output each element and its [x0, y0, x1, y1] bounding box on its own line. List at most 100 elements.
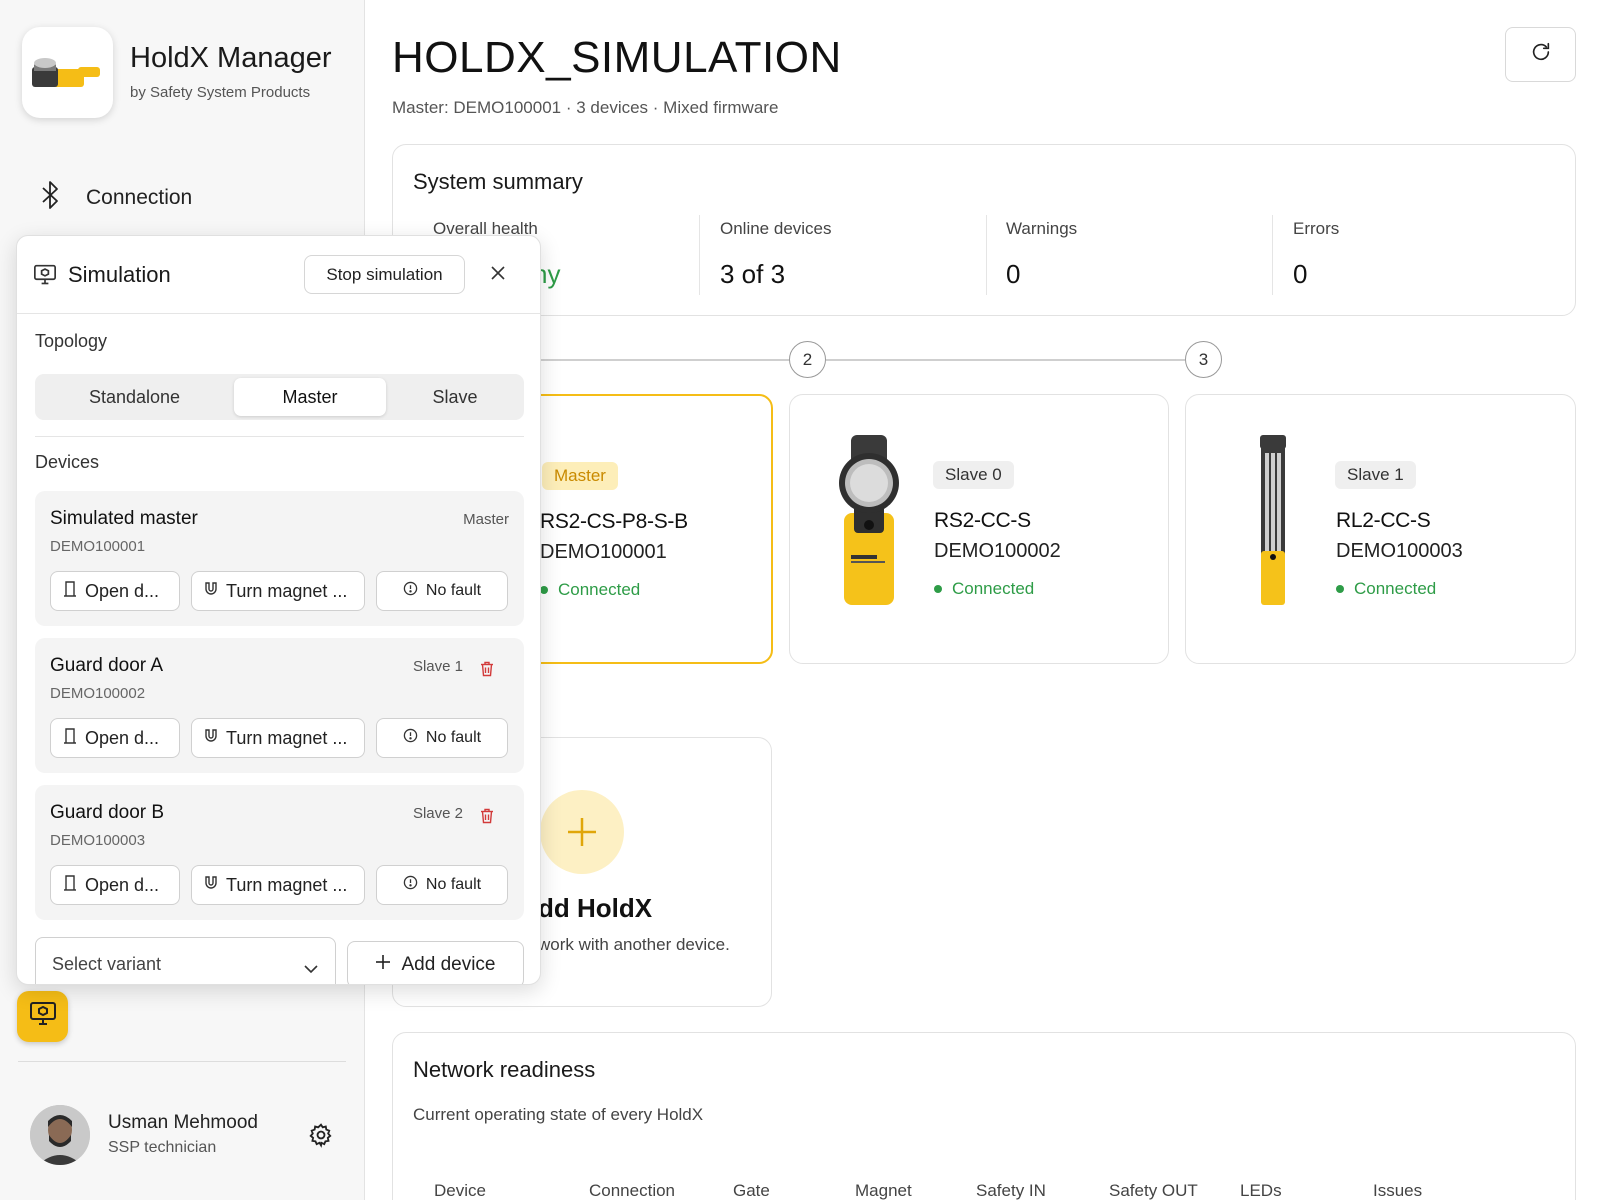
topology-label: Topology	[35, 331, 108, 351]
network-readiness-card: Network readiness Current operating stat…	[392, 1032, 1576, 1200]
stat-value: 0	[1006, 259, 1021, 289]
status-label: Connected	[952, 579, 1035, 598]
chain-connector	[535, 359, 790, 361]
sim-device-card: Guard door B DEMO100003 Slave 2 Open d..…	[35, 785, 524, 920]
device-image	[834, 433, 904, 613]
turn-magnet-button[interactable]: Turn magnet ...	[191, 718, 365, 758]
device-status: Connected	[540, 580, 640, 600]
stat-divider	[986, 215, 987, 295]
bluetooth-icon	[38, 180, 64, 216]
table-header-gate: Gate	[733, 1181, 770, 1200]
role-badge: Slave 1	[1335, 461, 1416, 489]
status-dot	[540, 586, 548, 594]
simulation-title: Simulation	[68, 262, 171, 287]
status-dot	[934, 585, 942, 593]
stat-warnings: Warnings 0	[1006, 219, 1286, 299]
button-label: No fault	[425, 729, 482, 746]
add-device-button[interactable]: Add device	[347, 941, 524, 984]
app-logo	[22, 27, 113, 118]
alert-circle-icon	[403, 875, 418, 895]
topology-segmented-control: Standalone Master Slave	[35, 374, 524, 420]
topology-option-standalone[interactable]: Standalone	[39, 378, 230, 416]
network-title: Network readiness	[413, 1057, 596, 1082]
button-label: Add device	[401, 953, 496, 975]
device-image	[1258, 433, 1288, 613]
alert-circle-icon	[403, 581, 418, 601]
fault-button[interactable]: No fault	[376, 865, 508, 905]
device-model: RS2-CS-P8-S-B	[540, 510, 688, 533]
button-label: Turn magnet ...	[226, 727, 348, 748]
sim-device-name: Guard door B	[50, 802, 165, 823]
plus-icon	[375, 954, 391, 976]
table-header-leds: LEDs	[1240, 1181, 1282, 1200]
sim-device-role: Slave 1	[412, 658, 463, 675]
page-subtitle: Master: DEMO100001 · 3 devices · Mixed f…	[392, 98, 779, 117]
sim-device-card: Simulated master DEMO100001 Master Open …	[35, 491, 524, 626]
device-card-slave-0[interactable]: Slave 0 RS2-CC-S DEMO100002 Connected	[789, 394, 1169, 664]
sim-device-serial: DEMO100001	[50, 538, 146, 555]
role-badge: Slave 0	[933, 461, 1014, 489]
button-label: Turn magnet ...	[226, 580, 348, 601]
sim-device-serial: DEMO100003	[50, 832, 146, 849]
open-door-button[interactable]: Open d...	[50, 865, 180, 905]
button-label: Open d...	[85, 580, 160, 601]
page-title: HOLDX_SIMULATION	[392, 33, 842, 82]
variant-select-value: Select variant	[52, 954, 162, 974]
open-door-button[interactable]: Open d...	[50, 718, 180, 758]
stat-label: Online devices	[720, 219, 832, 238]
device-card-slave-1[interactable]: Slave 1 RL2-CC-S DEMO100003 Connected	[1185, 394, 1576, 664]
stat-label: Warnings	[1006, 219, 1078, 238]
table-header-safety-in: Safety IN	[976, 1181, 1046, 1200]
magnet-icon	[204, 581, 218, 602]
close-icon[interactable]	[489, 264, 507, 287]
table-header-issues: Issues	[1373, 1181, 1423, 1200]
stat-divider	[699, 215, 700, 295]
gear-icon[interactable]	[308, 1122, 334, 1153]
trash-icon[interactable]	[480, 661, 494, 682]
topology-option-master[interactable]: Master	[234, 378, 386, 416]
fault-button[interactable]: No fault	[376, 571, 508, 611]
simulation-icon	[29, 1001, 57, 1032]
device-status: Connected	[934, 579, 1034, 599]
simulation-icon	[33, 264, 57, 291]
stop-simulation-button[interactable]: Stop simulation	[304, 255, 465, 294]
device-serial: DEMO100003	[1336, 540, 1463, 562]
variant-select[interactable]: Select variant	[35, 937, 336, 984]
status-label: Connected	[558, 580, 641, 599]
trash-icon[interactable]	[480, 808, 494, 829]
avatar	[30, 1105, 90, 1165]
turn-magnet-button[interactable]: Turn magnet ...	[191, 571, 365, 611]
refresh-button[interactable]	[1505, 27, 1576, 82]
status-dot	[1336, 585, 1344, 593]
button-label: No fault	[425, 582, 482, 599]
chain-node: 2	[789, 341, 826, 378]
simulation-toggle-button[interactable]	[17, 991, 68, 1042]
open-door-button[interactable]: Open d...	[50, 571, 180, 611]
sim-device-role: Master	[463, 511, 509, 528]
add-holdx-description: work with another device.	[538, 935, 730, 954]
door-icon	[63, 580, 77, 602]
magnet-icon	[204, 875, 218, 896]
device-model: RS2-CC-S	[934, 509, 1031, 532]
button-label: Open d...	[85, 874, 160, 895]
system-summary-card: System summary Overall health ny Online …	[392, 144, 1576, 316]
device-model: RL2-CC-S	[1336, 509, 1431, 532]
button-label: No fault	[425, 876, 482, 893]
table-header-device: Device	[434, 1181, 486, 1200]
device-serial: DEMO100002	[934, 540, 1061, 562]
fault-button[interactable]: No fault	[376, 718, 508, 758]
sidebar-item-connection[interactable]: Connection	[38, 180, 192, 216]
devices-label: Devices	[35, 452, 100, 472]
app-subtitle: by Safety System Products	[130, 84, 311, 101]
stat-value: 0	[1293, 259, 1308, 289]
plus-icon	[540, 790, 624, 874]
refresh-icon	[1530, 41, 1552, 68]
chevron-down-icon	[303, 958, 319, 979]
topology-option-slave[interactable]: Slave	[390, 378, 520, 416]
simulation-panel: Simulation Stop simulation Topology Stan…	[16, 235, 541, 985]
stat-label: Errors	[1293, 219, 1340, 238]
sidebar-divider	[18, 1061, 346, 1062]
turn-magnet-button[interactable]: Turn magnet ...	[191, 865, 365, 905]
add-holdx-title: dd HoldX	[538, 893, 653, 923]
button-label: Turn magnet ...	[226, 874, 348, 895]
